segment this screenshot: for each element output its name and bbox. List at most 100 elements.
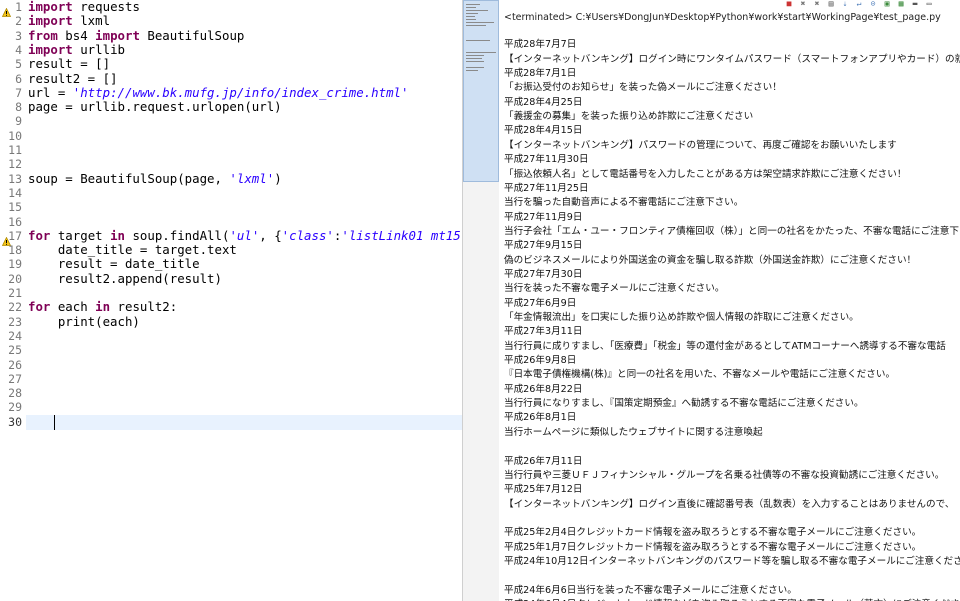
scroll-lock-icon[interactable]: ⇣ — [841, 0, 849, 8]
console-line: 平成25年1月7日クレジットカード情報を盗み取ろうとする不審な電子メールにご注意… — [504, 541, 922, 553]
terminate-icon[interactable]: ■ — [785, 0, 793, 8]
console-line: 【インターネットバンキング】パスワードの管理について、再度ご確認をお願いいたしま… — [504, 139, 897, 151]
line-number: 26 — [8, 357, 22, 372]
line-number: 25 — [8, 343, 22, 358]
remove-launch-icon[interactable]: ✖ — [799, 0, 807, 8]
open-console-icon[interactable]: ▦ — [897, 0, 905, 8]
keyword-token: for — [28, 227, 51, 243]
code-line[interactable]: result = date_title — [28, 257, 200, 271]
pin-console-icon[interactable]: ⊙ — [869, 0, 877, 8]
overview-line-mark — [466, 52, 496, 53]
overview-line-mark — [466, 55, 484, 56]
string-token: 'class' — [281, 227, 334, 243]
console-line: 当行行員に成りすまし、「医療費」「税金」等の還付金があるとしてATMコーナーへ誘… — [504, 340, 946, 352]
code-token: url = — [28, 84, 73, 100]
line-number: 28 — [8, 386, 22, 401]
warning-icon[interactable] — [1, 231, 12, 246]
code-token: page = urllib.request.urlopen(url) — [28, 99, 282, 115]
code-token: , { — [259, 227, 282, 243]
clear-console-icon[interactable]: ▤ — [827, 0, 835, 8]
code-line[interactable]: for target in soup.findAll('ul', {'class… — [28, 227, 462, 243]
code-line[interactable]: import requests — [28, 0, 140, 14]
code-line[interactable]: result2.append(result) — [28, 271, 222, 286]
console-line: 平成28年7月1日 — [504, 68, 577, 80]
code-line[interactable]: date_title = target.text — [28, 243, 237, 257]
editor-overview-ruler[interactable] — [462, 0, 500, 601]
code-line[interactable]: from bs4 import BeautifulSoup — [28, 27, 245, 43]
code-editor[interactable]: 1 2 3 4 5 6 7 8 9 10 11 12 13 14 15 16 17 18 19 20 21 22 23 24 2… — [0, 0, 462, 601]
minimize-icon[interactable]: ▬ — [911, 0, 919, 8]
overview-line-mark — [466, 10, 488, 11]
line-number: 5 — [15, 57, 22, 72]
code-line[interactable]: print(each) — [28, 314, 140, 329]
code-token: result2: — [110, 299, 178, 315]
code-token: soup.findAll( — [125, 227, 230, 243]
console-line: 当行行員になりすまし、『国策定期預金』へ勧誘する不審な電話にご注意ください。 — [504, 398, 864, 410]
word-wrap-icon[interactable]: ↵ — [855, 0, 863, 8]
remove-all-icon[interactable]: ✖ — [813, 0, 821, 8]
code-line[interactable]: import lxml — [28, 14, 110, 28]
console-line: 【インターネットバンキング】ログイン直後に確認番号表（乱数表）を入力することはあ… — [504, 498, 955, 510]
string-token: 'lxml' — [229, 170, 275, 186]
line-number: 10 — [8, 128, 22, 143]
maximize-icon[interactable]: ▭ — [925, 0, 933, 8]
console-line: 当行を装った不審な電子メールにご注意ください。 — [504, 283, 725, 295]
line-number: 14 — [8, 185, 22, 200]
keyword-token: in — [110, 227, 125, 243]
console-line: 平成26年8月22日 — [504, 383, 583, 395]
line-number: 18 — [8, 243, 22, 258]
line-number: 24 — [8, 328, 22, 343]
display-console-icon[interactable]: ▣ — [883, 0, 891, 8]
text-caret — [54, 414, 55, 430]
overview-line-mark — [466, 61, 484, 62]
console-line: 「振込依頼人名」として電話番号を入力したことがある方は架空請求詐欺にご注意くださ… — [504, 168, 907, 180]
line-number: 9 — [15, 114, 22, 129]
console-line: 平成27年11月25日 — [504, 182, 589, 194]
keyword-token: from — [28, 27, 58, 43]
console-line: 平成28年7月7日 — [504, 39, 577, 51]
code-line[interactable]: for each in result2: — [28, 300, 177, 314]
code-token: urllib — [72, 41, 125, 57]
console-view[interactable]: ■ ✖ ✖ ▤ ⇣ ↵ ⊙ ▣ ▦ ▬ ▭ <terminated> C:¥Users¥DongJu… — [499, 0, 960, 601]
overview-line-mark — [466, 70, 478, 71]
console-toolbar: ■ ✖ ✖ ▤ ⇣ ↵ ⊙ ▣ ▦ ▬ ▭ — [499, 0, 960, 10]
keyword-token: in — [95, 299, 111, 315]
console-line: 平成28年4月25日 — [504, 96, 583, 108]
keyword-token: import — [95, 27, 140, 43]
code-line[interactable]: result2 = [] — [28, 71, 118, 86]
keyword-token: import — [28, 13, 73, 29]
code-token: ) — [274, 170, 282, 186]
code-line[interactable]: result = [] — [28, 57, 110, 71]
console-line: 平成27年11月30日 — [504, 154, 589, 166]
code-token: BeautifulSoup — [139, 27, 245, 43]
overview-line-mark — [466, 67, 484, 68]
code-token: result = [] — [28, 56, 111, 72]
warning-icon[interactable] — [1, 2, 12, 17]
console-line: 平成24年10月12日インターネットバンキングのパスワード等を騙し取る不審な電子… — [504, 555, 960, 567]
line-number: 12 — [8, 157, 22, 172]
code-line[interactable]: page = urllib.request.urlopen(url) — [28, 100, 282, 114]
overview-line-mark — [466, 25, 486, 26]
keyword-token: for — [28, 299, 51, 315]
code-line[interactable]: import urllib — [28, 41, 125, 57]
line-number: 8 — [15, 100, 22, 115]
console-line: 【インターネットバンキング】ログイン時にワンタイムパスワード（スマートフォンアプ… — [504, 53, 960, 65]
line-number: 27 — [8, 371, 22, 386]
line-number: 2 — [15, 14, 22, 29]
line-number: 30 — [8, 414, 22, 429]
console-line: 『日本電子債権機構(株)』と同一の社名を用いた、不審なメールや電話にご注意くださ… — [504, 369, 896, 381]
console-line: 平成28年4月15日 — [504, 125, 583, 137]
console-line: 「義援金の募集」を装った振り込め詐欺にご注意ください — [504, 111, 754, 123]
code-line[interactable]: url = 'http://www.bk.mufg.jp/info/index_… — [28, 84, 408, 100]
code-line[interactable]: soup = BeautifulSoup(page, 'lxml') — [28, 170, 282, 186]
line-number: 16 — [8, 214, 22, 229]
console-line: 当行を騙った自動音声による不審電話にご注意下さい。 — [504, 197, 744, 209]
overview-line-mark — [466, 40, 490, 41]
console-line: 「お振込受付のお知らせ」を装った偽メールにご注意ください！ — [504, 82, 782, 94]
line-number: 4 — [15, 42, 22, 57]
code-token: result = date_title — [28, 256, 200, 272]
overview-viewport-thumb[interactable] — [463, 0, 499, 182]
